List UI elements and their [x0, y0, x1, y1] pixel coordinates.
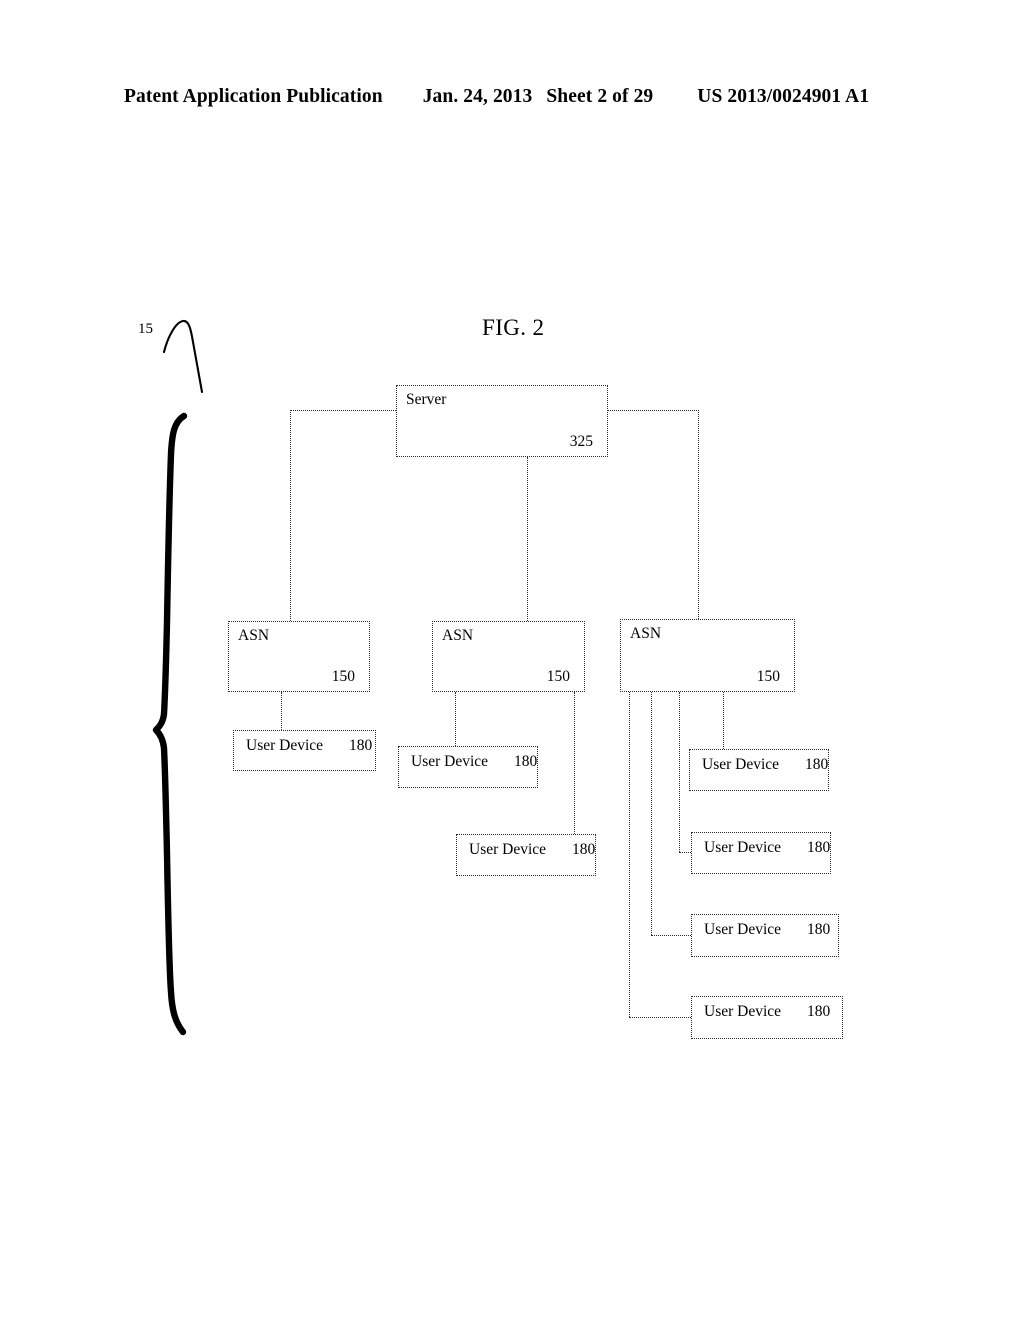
user-device-6-ref: 180	[807, 921, 831, 938]
user-device-2-label: User Device	[411, 753, 489, 770]
server-block[interactable]: Server 325	[396, 385, 608, 457]
wire-server-to-asn3-vertical	[698, 410, 699, 621]
user-device-7-ref: 180	[807, 1003, 831, 1020]
user-device-2-ref: 180	[514, 753, 538, 770]
asn-2-ref: 150	[546, 668, 570, 685]
user-device-block-5[interactable]: User Device 180	[691, 832, 831, 874]
wire-asn2-to-device3	[574, 692, 575, 834]
user-device-1-label: User Device	[246, 737, 324, 754]
asn-1-ref: 150	[331, 668, 355, 685]
asn-block-1[interactable]: ASN 150	[228, 621, 370, 692]
asn-3-label: ASN	[630, 625, 662, 642]
user-device-3-ref: 180	[572, 841, 596, 858]
header-date: Jan. 24, 2013	[422, 86, 533, 107]
asn-2-label: ASN	[442, 627, 474, 644]
header-publication-label: Patent Application Publication	[124, 86, 383, 107]
user-device-7-label: User Device	[704, 1003, 782, 1020]
user-device-1-text: User Device 180	[246, 737, 372, 755]
user-device-7-text: User Device 180	[704, 1003, 830, 1021]
system-reference-numeral: 15	[138, 321, 153, 337]
header-sheet-number: Sheet 2 of 29	[546, 86, 654, 107]
user-device-block-4[interactable]: User Device 180	[689, 749, 829, 791]
asn-block-3[interactable]: ASN 150	[620, 619, 795, 692]
user-device-block-7[interactable]: User Device 180	[691, 996, 843, 1039]
user-device-4-text: User Device 180	[702, 756, 828, 774]
wire-asn3-to-device5-horizontal	[679, 852, 691, 853]
wire-server-to-asn3-horizontal	[607, 410, 699, 411]
asn-1-label: ASN	[238, 627, 270, 644]
user-device-6-text: User Device 180	[704, 921, 830, 939]
system-scope-brace-icon	[152, 412, 188, 1036]
wire-asn3-to-device7-vertical	[629, 692, 630, 1017]
user-device-block-2[interactable]: User Device 180	[398, 746, 538, 788]
user-device-block-3[interactable]: User Device 180	[456, 834, 596, 876]
wire-server-to-asn2-vertical	[527, 457, 528, 621]
server-ref: 325	[569, 433, 593, 450]
figure-title: FIG. 2	[482, 315, 545, 340]
user-device-3-label: User Device	[469, 841, 547, 858]
user-device-5-text: User Device 180	[704, 839, 830, 857]
user-device-3-text: User Device 180	[469, 841, 595, 859]
user-device-4-label: User Device	[702, 756, 780, 773]
reference-lead-line-icon	[162, 319, 204, 394]
wire-server-to-asn1-horizontal	[290, 410, 400, 411]
user-device-4-ref: 180	[805, 756, 829, 773]
user-device-block-1[interactable]: User Device 180	[233, 730, 376, 771]
wire-asn3-to-device7-horizontal	[629, 1017, 691, 1018]
wire-asn3-to-device5-vertical	[679, 692, 680, 852]
wire-asn3-to-device6-horizontal	[651, 935, 691, 936]
wire-asn1-to-device1	[281, 692, 282, 730]
asn-3-ref: 150	[756, 668, 780, 685]
user-device-2-text: User Device 180	[411, 753, 537, 771]
asn-block-2[interactable]: ASN 150	[432, 621, 585, 692]
user-device-5-label: User Device	[704, 839, 782, 856]
header-patent-number: US 2013/0024901 A1	[697, 86, 870, 107]
server-label: Server	[406, 391, 447, 408]
user-device-1-ref: 180	[349, 737, 373, 754]
user-device-block-6[interactable]: User Device 180	[691, 914, 839, 957]
wire-asn3-to-device6-vertical	[651, 692, 652, 935]
wire-asn2-to-device2	[455, 692, 456, 746]
publication-header: Patent Application Publication Jan. 24, …	[124, 86, 914, 108]
user-device-6-label: User Device	[704, 921, 782, 938]
user-device-5-ref: 180	[807, 839, 831, 856]
wire-server-to-asn1-vertical	[290, 410, 291, 621]
wire-asn3-to-device4	[723, 692, 724, 749]
